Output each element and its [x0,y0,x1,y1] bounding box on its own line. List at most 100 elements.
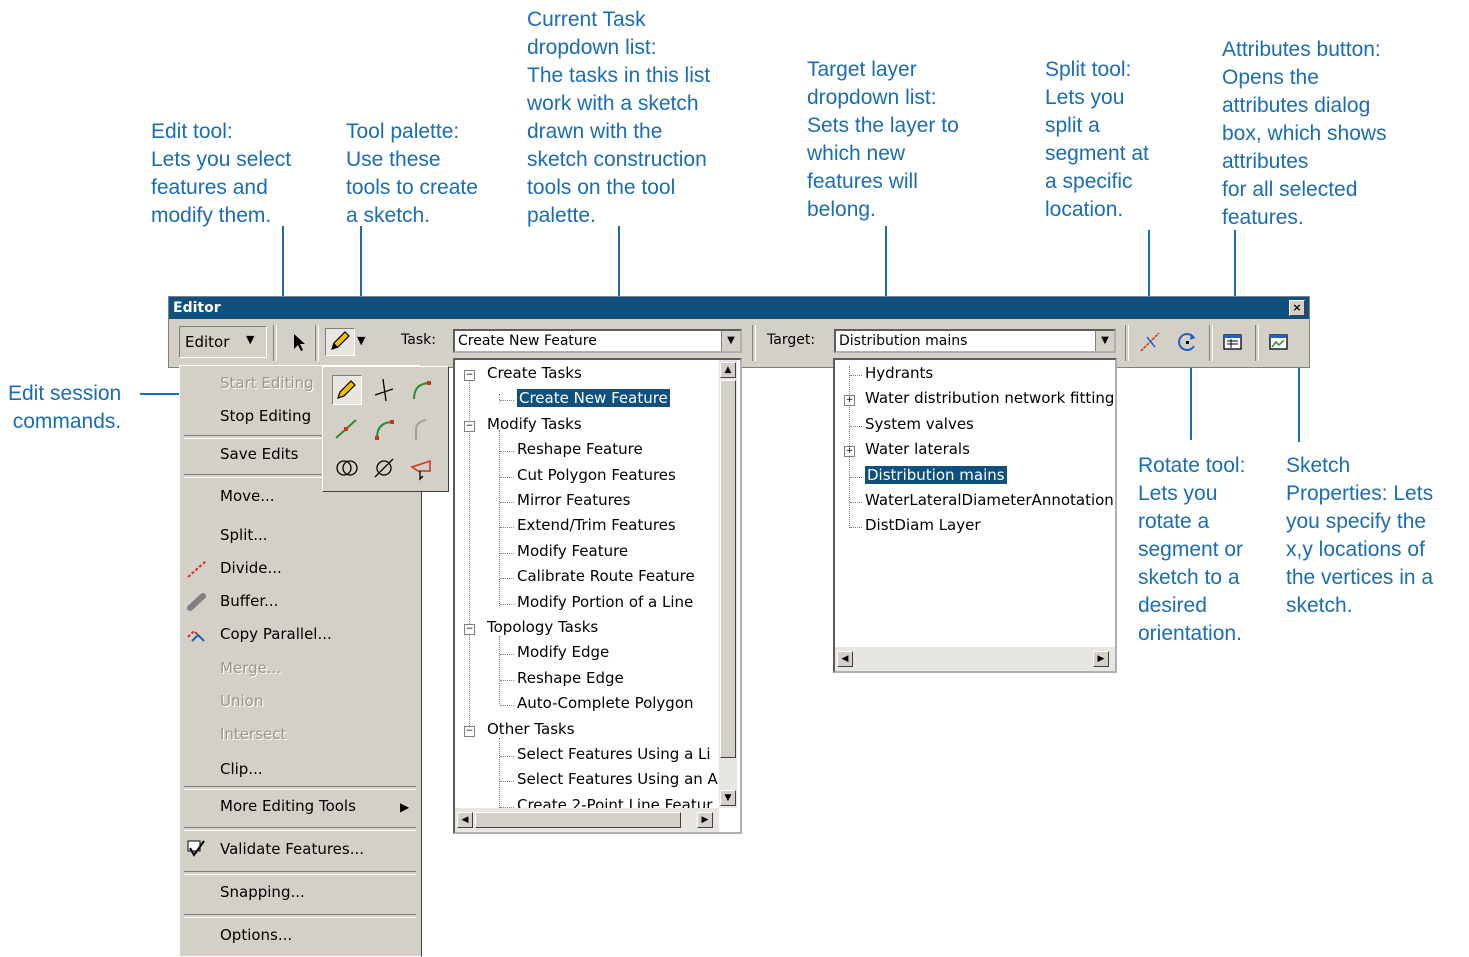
task-item[interactable]: Extend/Trim Features [517,516,676,534]
endpoint-arc-icon [375,420,394,440]
target-layer-item[interactable]: Water laterals [865,440,970,458]
task-dropdown-list[interactable]: − Create Tasks Create New Feature − Modify T… [453,358,742,834]
expand-icon[interactable]: + [844,446,855,458]
target-dropdown[interactable]: Distribution mains ▼ [834,329,1116,353]
tree-line [500,781,514,783]
palette-sketch-tool[interactable] [332,375,362,405]
palette-intersection-tool[interactable] [369,375,399,405]
chevron-down-icon[interactable]: ▼ [1095,331,1114,351]
task-group[interactable]: Modify Tasks [487,415,582,433]
menu-item-union[interactable]: Union [220,692,263,710]
target-dropdown-list[interactable]: Hydrants + Water distribution network fitt… [833,358,1117,673]
scroll-up-arrow-icon[interactable]: ▲ [720,362,736,378]
task-item[interactable]: Create New Feature [516,388,671,409]
toolbar-separator [1209,325,1213,361]
task-group[interactable]: Create Tasks [487,364,582,382]
rotate-tool-button[interactable] [1174,329,1202,355]
close-icon[interactable]: × [1289,300,1305,316]
sketch-tool-button[interactable] [325,328,355,356]
menu-item-validate-features[interactable]: Validate Features... [220,840,364,858]
menu-item-split[interactable]: Split... [220,526,268,544]
target-layer-item[interactable]: Distribution mains [864,464,1008,485]
target-label: Target: [767,332,816,348]
menu-item-intersect[interactable]: Intersect [220,725,286,743]
task-item[interactable]: Reshape Edge [517,669,624,687]
scroll-thumb[interactable] [475,812,681,828]
target-layer-item[interactable]: WaterLateralDiameterAnnotation [865,491,1114,509]
task-item[interactable]: Reshape Feature [517,440,643,458]
task-dropdown[interactable]: Create New Feature ▼ [453,329,742,353]
sketch-properties-button[interactable] [1265,329,1293,355]
task-item[interactable]: Modify Portion of a Line [517,593,693,611]
menu-item-start-editing[interactable]: Start Editing [220,374,314,392]
attributes-button[interactable] [1219,329,1247,355]
menu-item-merge[interactable]: Merge... [220,659,281,677]
palette-arc-tool[interactable] [406,375,436,405]
expand-icon[interactable]: + [844,395,855,407]
split-tool-button[interactable] [1137,329,1165,355]
callout-tool-palette: Tool palette: Use these tools to create … [346,120,478,227]
menu-item-stop-editing[interactable]: Stop Editing [220,407,311,425]
tree-line [500,756,514,757]
task-item[interactable]: Auto-Complete Polygon [517,694,694,712]
menu-item-more-editing-tools[interactable]: More Editing Tools [220,797,356,815]
task-group[interactable]: Topology Tasks [487,618,598,636]
palette-midpoint-tool[interactable] [332,414,362,444]
toolbar-titlebar[interactable]: Editor × [169,297,1309,319]
palette-distance-distance-tool[interactable] [332,453,362,483]
menu-item-clip[interactable]: Clip... [220,760,263,778]
chevron-down-icon[interactable]: ▼ [721,331,740,351]
target-layer-item[interactable]: Hydrants [865,364,933,382]
menu-item-divide[interactable]: Divide... [220,559,282,577]
scroll-right-arrow-icon[interactable]: ▶ [697,812,713,828]
palette-tangent-tool[interactable] [406,414,436,444]
task-item[interactable]: Select Features Using an A [517,770,718,788]
editor-menu-button[interactable]: Editor ▼ [179,326,267,358]
scroll-left-arrow-icon[interactable]: ◀ [457,812,473,828]
tree-line [500,552,514,554]
scroll-right-arrow-icon[interactable]: ▶ [1093,651,1109,667]
scroll-down-arrow-icon[interactable]: ▼ [720,790,736,806]
menu-item-move[interactable]: Move... [220,487,275,505]
scroll-left-arrow-icon[interactable]: ◀ [837,651,853,667]
pencil-icon [331,331,350,350]
collapse-icon[interactable]: − [464,624,475,635]
pencil-icon [337,380,356,399]
tool-palette-dropdown[interactable]: ▼ [357,334,373,350]
palette-direction-distance-tool[interactable] [369,453,399,483]
menu-item-options[interactable]: Options... [220,926,292,944]
collapse-icon[interactable]: − [464,725,475,737]
palette-endpoint-arc-tool[interactable] [369,414,399,444]
task-item[interactable]: Calibrate Route Feature [517,567,695,585]
task-group[interactable]: Other Tasks [487,720,575,738]
task-item[interactable]: Cut Polygon Features [517,466,676,484]
task-item[interactable]: Modify Feature [517,542,628,560]
tree-line [500,654,514,656]
tool-palette [322,366,449,492]
task-list-horizontal-scrollbar[interactable]: ◀ ▶ [455,808,719,832]
leader-sketch-properties [1298,358,1300,442]
task-item[interactable]: Mirror Features [517,491,630,509]
task-item[interactable]: Modify Edge [517,643,609,661]
tree-line [500,502,514,503]
collapse-icon[interactable]: − [464,370,475,381]
menu-item-save-edits[interactable]: Save Edits [220,445,298,463]
collapse-icon[interactable]: − [464,420,475,432]
menu-item-copy-parallel[interactable]: Copy Parallel... [220,625,332,643]
toolbar-separator [273,325,277,361]
scroll-thumb[interactable] [720,380,736,758]
callout-target-layer: Target layer dropdown list: Sets the lay… [807,58,959,221]
tree-line [850,527,862,529]
task-item[interactable]: Select Features Using a Li [517,745,711,763]
menu-item-buffer[interactable]: Buffer... [220,592,278,610]
edit-tool-button[interactable] [285,329,311,355]
task-list-vertical-scrollbar[interactable]: ▲ ▼ [719,360,737,808]
menu-item-snapping[interactable]: Snapping... [220,883,305,901]
target-list-horizontal-scrollbar[interactable]: ◀ ▶ [835,647,1115,671]
toolbar-title: Editor [173,300,221,316]
target-layer-item[interactable]: DistDiam Layer [865,516,981,534]
split-icon [1140,332,1160,352]
target-layer-item[interactable]: System valves [865,415,974,433]
palette-trace-tool[interactable] [406,453,436,483]
target-layer-item[interactable]: Water distribution network fitting [865,389,1114,407]
